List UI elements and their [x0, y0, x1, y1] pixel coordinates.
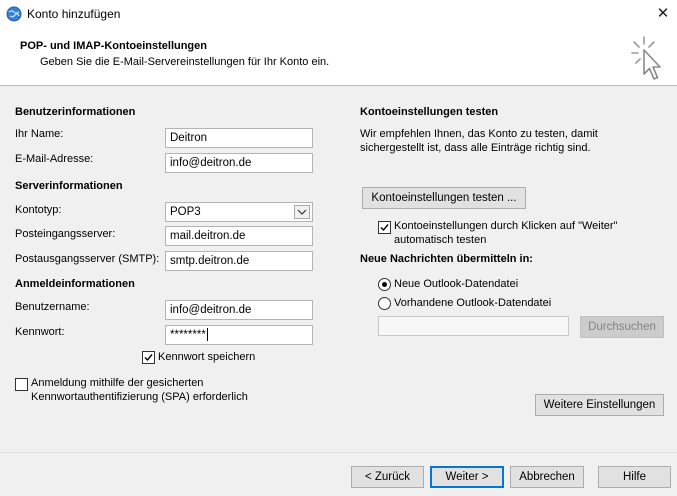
- account-type-label: Kontotyp:: [15, 204, 62, 216]
- cancel-button[interactable]: Abbrechen: [510, 466, 584, 488]
- name-label: Ihr Name:: [15, 128, 64, 140]
- test-settings-desc-line1: Wir empfehlen Ihnen, das Konto zu testen…: [360, 128, 598, 140]
- new-data-file-radio[interactable]: [378, 278, 391, 291]
- user-info-heading: Benutzerinformationen: [15, 106, 136, 118]
- more-settings-button[interactable]: Weitere Einstellungen: [535, 394, 664, 416]
- outgoing-server-input[interactable]: smtp.deitron.de: [165, 251, 313, 271]
- data-file-path-input[interactable]: [378, 316, 569, 336]
- footer-divider: [0, 452, 677, 453]
- logon-info-heading: Anmeldeinformationen: [15, 278, 135, 290]
- browse-button[interactable]: Durchsuchen: [580, 316, 664, 338]
- spa-label-line1[interactable]: Anmeldung mithilfe der gesicherten: [31, 377, 203, 389]
- account-type-select[interactable]: POP3: [165, 202, 313, 222]
- test-settings-desc-line2: sichergestellt ist, dass alle Einträge r…: [360, 142, 591, 154]
- spa-label-line2[interactable]: Kennwortauthentifizierung (SPA) erforder…: [31, 391, 248, 403]
- test-settings-heading: Kontoeinstellungen testen: [360, 106, 499, 118]
- page-subtitle: Geben Sie die E-Mail-Servereinstellungen…: [40, 56, 330, 68]
- page-title: POP- und IMAP-Kontoeinstellungen: [20, 40, 207, 52]
- remember-password-label[interactable]: Kennwort speichern: [158, 351, 255, 363]
- auto-test-checkbox[interactable]: [378, 221, 391, 234]
- close-button[interactable]: ✕: [652, 4, 674, 24]
- spa-checkbox[interactable]: [15, 378, 28, 391]
- chevron-down-icon[interactable]: [294, 205, 310, 219]
- password-label: Kennwort:: [15, 326, 65, 338]
- existing-data-file-label[interactable]: Vorhandene Outlook-Datendatei: [394, 297, 551, 309]
- name-input[interactable]: Deitron: [165, 128, 313, 148]
- cursor-sparkle-icon: [628, 34, 670, 84]
- test-account-settings-button[interactable]: Kontoeinstellungen testen ...: [362, 187, 526, 209]
- incoming-server-input[interactable]: mail.deitron.de: [165, 226, 313, 246]
- new-data-file-label[interactable]: Neue Outlook-Datendatei: [394, 278, 518, 290]
- username-input[interactable]: info@deitron.de: [165, 300, 313, 320]
- deliver-heading: Neue Nachrichten übermitteln in:: [360, 253, 533, 265]
- email-input[interactable]: info@deitron.de: [165, 153, 313, 173]
- account-type-value: POP3: [170, 206, 201, 218]
- outgoing-server-label: Postausgangsserver (SMTP):: [15, 253, 160, 265]
- radio-selected-dot: [382, 282, 387, 287]
- incoming-server-label: Posteingangsserver:: [15, 228, 116, 240]
- password-input[interactable]: ********: [165, 325, 313, 345]
- text-caret: [206, 328, 208, 342]
- password-value: ********: [170, 329, 206, 341]
- remember-password-checkbox[interactable]: [142, 351, 155, 364]
- username-label: Benutzername:: [15, 301, 90, 313]
- next-button[interactable]: Weiter >: [430, 466, 504, 488]
- auto-test-label-line1[interactable]: Kontoeinstellungen durch Klicken auf "We…: [394, 220, 617, 232]
- outlook-globe-icon: [6, 6, 22, 22]
- existing-data-file-radio[interactable]: [378, 297, 391, 310]
- server-info-heading: Serverinformationen: [15, 180, 123, 192]
- help-button[interactable]: Hilfe: [598, 466, 671, 488]
- wizard-header: POP- und IMAP-Kontoeinstellungen Geben S…: [0, 30, 677, 86]
- window-title: Konto hinzufügen: [27, 7, 121, 21]
- auto-test-label-line2[interactable]: automatisch testen: [394, 234, 486, 246]
- back-button[interactable]: < Zurück: [351, 466, 424, 488]
- email-label: E-Mail-Adresse:: [15, 153, 94, 165]
